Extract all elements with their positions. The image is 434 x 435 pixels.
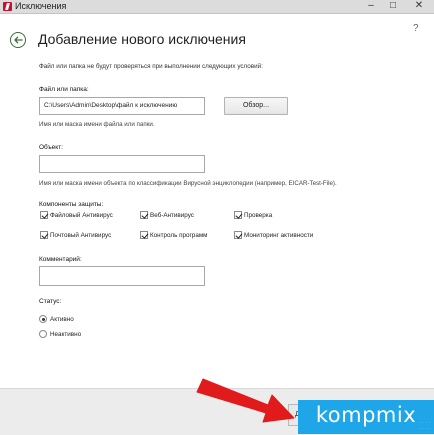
checkbox-checked-icon (140, 211, 148, 219)
status-label: Статус: (39, 298, 62, 305)
back-button[interactable] (10, 32, 26, 48)
checkbox-label: Контроль программ (150, 231, 208, 239)
checkbox-web-antivirus[interactable]: Веб-Антивирус (140, 211, 194, 219)
checkbox-mail-antivirus[interactable]: Почтовый Антивирус (40, 231, 111, 239)
checkbox-checked-icon (234, 211, 242, 219)
checkbox-application-control[interactable]: Контроль программ (140, 231, 207, 239)
object-hint: Имя или маска имени объекта по классифик… (39, 180, 337, 187)
file-label: Файл или папка: (39, 86, 89, 93)
page-title: Добавление нового исключения (38, 31, 246, 47)
checkbox-checked-icon (140, 231, 148, 239)
checkbox-label: Проверка (244, 211, 273, 219)
checkbox-file-antivirus[interactable]: Файловый Антивирус (40, 211, 113, 219)
radio-label: Активно (50, 315, 74, 323)
comment-label: Комментарий: (39, 256, 82, 263)
window-title: Исключения (15, 1, 67, 11)
restore-button[interactable]: □ (382, 0, 404, 13)
kompmix-watermark: kompmix · · · · · · · · (298, 400, 434, 434)
checkbox-label: Веб-Антивирус (150, 211, 194, 219)
window-controls: – □ ✕ (360, 0, 434, 13)
checkbox-checked-icon (40, 231, 48, 239)
checkbox-label: Мониторинг активности (244, 231, 314, 239)
help-button[interactable]: ? (413, 23, 419, 34)
watermark-dots-icon: · · · · · · · · (418, 420, 430, 432)
components-label: Компоненты защиты: (39, 201, 104, 208)
checkbox-system-watcher[interactable]: Мониторинг активности (234, 231, 313, 239)
checkbox-checked-icon (234, 231, 242, 239)
window-title-bar: Исключения – □ ✕ (0, 0, 434, 14)
radio-label: Неактивно (50, 330, 82, 338)
checkbox-label: Почтовый Антивирус (50, 231, 112, 239)
object-label: Объект: (39, 144, 63, 151)
file-hint: Имя или маска имени файла или папки. (39, 121, 155, 128)
kaspersky-app-icon (3, 2, 12, 11)
radio-inactive[interactable]: Неактивно (39, 330, 81, 338)
browse-button[interactable]: Обзор... (224, 97, 288, 115)
watermark-text: kompmix (315, 403, 417, 427)
object-input[interactable] (39, 155, 205, 173)
comment-input[interactable] (39, 266, 205, 286)
close-button[interactable]: ✕ (404, 0, 434, 13)
back-arrow-icon (13, 36, 22, 44)
radio-active[interactable]: Активно (39, 315, 74, 323)
minimize-button[interactable]: – (360, 0, 382, 13)
checkbox-label: Файловый Антивирус (50, 211, 113, 219)
checkbox-scan[interactable]: Проверка (234, 211, 272, 219)
checkbox-checked-icon (40, 211, 48, 219)
radio-selected-icon (39, 315, 47, 323)
radio-unselected-icon (39, 330, 47, 338)
intro-text: Файл или папка не будут проверяться при … (39, 63, 263, 70)
file-path-input[interactable]: C:\Users\Admin\Desktop\файл к исключению (39, 97, 205, 115)
